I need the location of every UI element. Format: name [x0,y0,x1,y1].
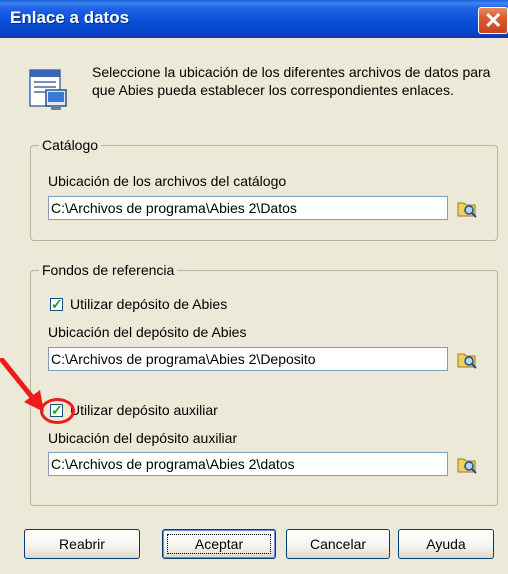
enlace-datos-dialog: Enlace a datos ✕ Seleccione la ubicación… [0,0,508,574]
browse-folder-icon[interactable] [456,453,478,475]
annotation-circle [40,398,75,424]
aux-path-input[interactable]: C:\Archivos de programa\Abies 2\datos [48,452,448,476]
catalogo-location-label: Ubicación de los archivos del catálogo [48,173,287,189]
reopen-button[interactable]: Reabrir [24,529,140,559]
abies-location-label: Ubicación del depósito de Abies [48,324,247,340]
window-title: Enlace a datos [10,8,130,27]
browse-folder-icon[interactable] [456,348,478,370]
title-bar[interactable]: Enlace a datos ✕ [0,0,508,38]
cancel-button[interactable]: Cancelar [286,529,390,559]
aux-location-label: Ubicación del depósito auxiliar [48,430,238,446]
use-aux-label[interactable]: Utilizar depósito auxiliar [70,402,218,418]
checkmark-icon: ✓ [51,296,63,312]
close-button[interactable]: ✕ [478,7,508,34]
focus-indicator [167,534,271,554]
catalogo-group: Catálogo [30,137,498,241]
use-abies-checkbox[interactable]: ✓ [50,296,63,312]
catalogo-legend: Catálogo [39,137,102,153]
fondos-legend: Fondos de referencia [39,262,178,278]
close-icon: ✕ [484,8,503,33]
intro-text: Seleccione la ubicación de los diferente… [92,64,491,98]
abies-path-input[interactable]: C:\Archivos de programa\Abies 2\Deposito [48,347,448,371]
accept-button[interactable]: Aceptar [162,529,276,559]
catalogo-path-input[interactable]: C:\Archivos de programa\Abies 2\Datos [48,196,448,220]
browse-folder-icon[interactable] [456,197,478,219]
help-button[interactable]: Ayuda [398,529,494,559]
use-abies-label[interactable]: Utilizar depósito de Abies [70,296,227,312]
database-link-icon [29,69,67,110]
